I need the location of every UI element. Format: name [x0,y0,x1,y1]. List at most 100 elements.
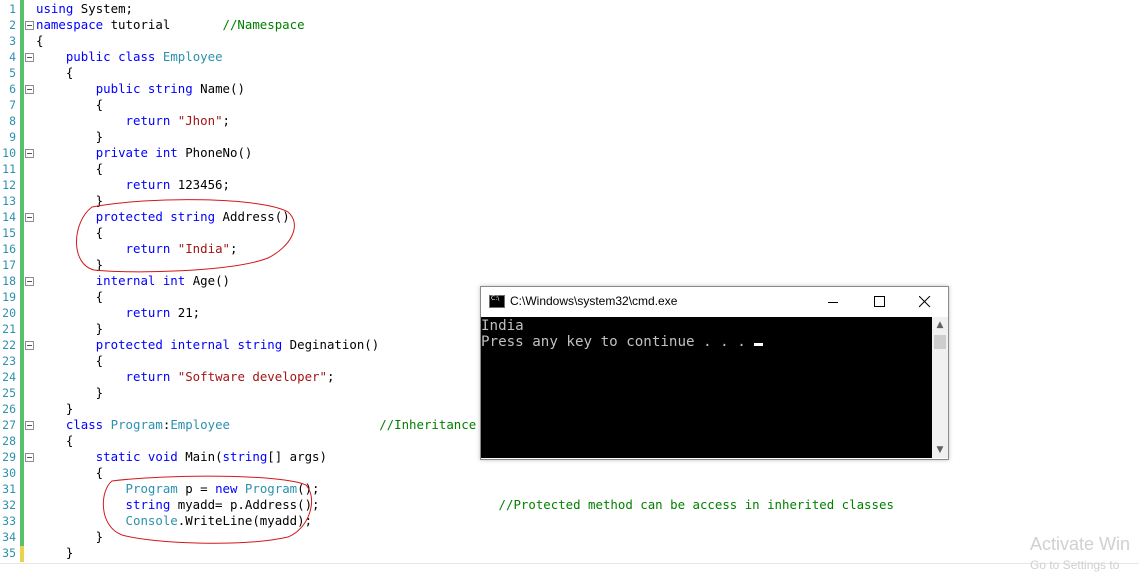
code-token: myadd= p.Address(); [170,497,499,512]
console-title-bar[interactable]: C:\Windows\system32\cmd.exe [481,287,948,317]
line-number: 35 [2,546,16,560]
code-line[interactable]: 11 { [0,161,1139,177]
code-text: protected internal string Degination() [36,337,380,353]
code-text: { [36,433,73,449]
line-number: 18 [2,274,16,288]
code-line[interactable]: 1 using System; [0,1,1139,17]
code-text: { [36,33,43,49]
code-line[interactable]: 9 } [0,129,1139,145]
code-line[interactable]: 5 { [0,65,1139,81]
code-text: return "Jhon"; [36,113,230,129]
collapse-icon[interactable] [25,213,34,222]
code-line[interactable]: 17 } [0,257,1139,273]
activation-watermark: Activate Win [1030,534,1131,554]
code-line[interactable]: 8 return "Jhon"; [0,113,1139,129]
line-number: 25 [2,386,16,400]
cmd-icon [489,295,505,308]
code-text: static void Main(string[] args) [36,449,327,465]
line-number: 32 [2,498,16,512]
code-line[interactable]: 6 public string Name() [0,81,1139,97]
console-output-area[interactable]: India Press any key to continue . . . [481,317,932,458]
line-number: 23 [2,354,16,368]
console-scrollbar[interactable]: ▲ ▼ [932,317,948,458]
code-line[interactable]: 35 } [0,545,1139,561]
code-line[interactable]: 16 return "India"; [0,241,1139,257]
collapse-icon[interactable] [25,421,34,430]
code-token: { [36,65,74,80]
collapse-icon[interactable] [25,277,34,286]
line-number: 1 [9,2,16,16]
collapse-icon[interactable] [25,85,34,94]
line-number: 10 [2,146,16,160]
code-token: return [125,369,171,384]
code-line[interactable]: 32 string myadd= p.Address(); //Protecte… [0,497,1139,513]
line-number: 16 [2,242,16,256]
code-text: { [36,225,103,241]
code-token: Employee [170,417,230,432]
code-token: } [36,401,74,416]
code-text: { [36,65,73,81]
code-token: Program [125,481,178,496]
code-line[interactable]: 4 public class Employee [0,49,1139,65]
code-text: } [36,385,103,401]
scroll-down-icon[interactable]: ▼ [932,442,948,458]
code-text: { [36,289,103,305]
code-line[interactable]: 2 namespace tutorial //Namespace [0,17,1139,33]
console-window[interactable]: C:\Windows\system32\cmd.exe India Press … [480,286,949,460]
code-line[interactable]: 30 { [0,465,1139,481]
code-line[interactable]: 33 Console.WriteLine(myadd); [0,513,1139,529]
code-line[interactable]: 14 protected string Address() [0,209,1139,225]
collapse-icon[interactable] [25,453,34,462]
code-editor[interactable]: 1 using System; 2 namespace tutorial //Name… [0,0,1139,567]
console-output-line: Press any key to continue . . . [481,334,763,350]
code-text: } [36,529,103,545]
code-token: p = [177,481,216,496]
minimize-button[interactable] [809,287,855,317]
code-line[interactable]: 10 private int PhoneNo() [0,145,1139,161]
line-number: 28 [2,434,16,448]
collapse-icon[interactable] [25,53,34,62]
code-text: return "India"; [36,241,238,257]
code-token: Program [110,417,163,432]
code-token: { [36,433,74,448]
line-number: 5 [9,66,16,80]
collapse-icon[interactable] [25,149,34,158]
code-token: protected [95,337,163,352]
code-line[interactable]: 7 { [0,97,1139,113]
code-token: int [155,145,178,160]
code-token: { [36,225,104,240]
maximize-button[interactable] [856,287,902,317]
code-line[interactable]: 34 } [0,529,1139,545]
code-text: return 123456; [36,177,230,193]
collapse-icon[interactable] [25,341,34,350]
code-line[interactable]: 12 return 123456; [0,177,1139,193]
code-line[interactable]: 3{ [0,33,1139,49]
code-token: 123456; [170,177,230,192]
scroll-up-icon[interactable]: ▲ [932,317,948,333]
code-token: Employee [162,49,223,64]
close-button[interactable] [902,287,948,317]
scroll-thumb[interactable] [934,335,946,349]
code-text: Console.WriteLine(myadd); [36,513,313,529]
code-token: { [36,353,104,368]
line-number: 22 [2,338,16,352]
console-title: C:\Windows\system32\cmd.exe [510,294,678,308]
code-token: //Namespace [222,17,305,32]
collapse-icon[interactable] [25,21,34,30]
code-line[interactable]: 31 Program p = new Program(); [0,481,1139,497]
code-line[interactable]: 13 } [0,193,1139,209]
code-line[interactable]: 15 { [0,225,1139,241]
code-token: protected [95,209,163,224]
code-token: System; [73,1,133,16]
code-token: { [36,289,104,304]
